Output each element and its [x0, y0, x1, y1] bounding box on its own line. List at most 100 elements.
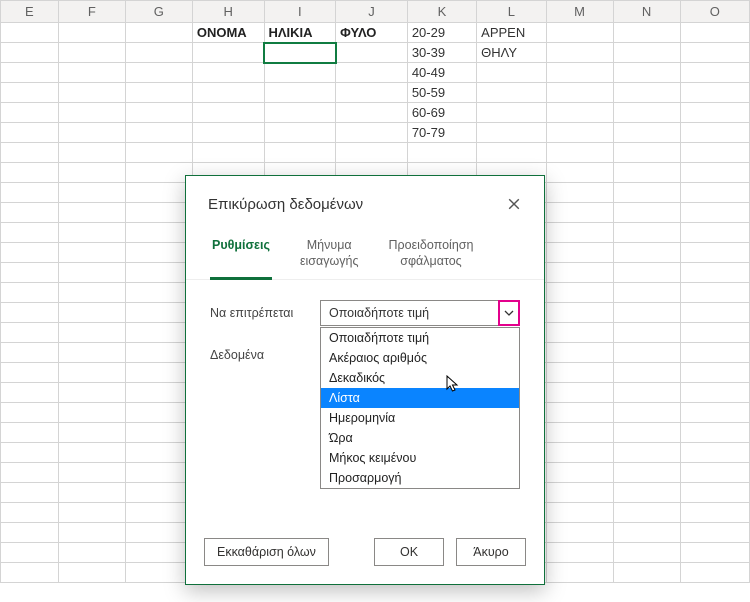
cell[interactable] — [192, 83, 264, 103]
cell[interactable] — [336, 103, 408, 123]
cell[interactable] — [125, 463, 192, 483]
close-button[interactable] — [502, 192, 526, 216]
cell[interactable]: ΦΥΛΟ — [336, 23, 408, 43]
cell[interactable] — [125, 423, 192, 443]
cell[interactable] — [264, 103, 336, 123]
cell[interactable] — [680, 263, 749, 283]
cell[interactable] — [58, 203, 125, 223]
cell[interactable] — [613, 463, 680, 483]
cell[interactable] — [1, 343, 59, 363]
allow-select-caret[interactable] — [498, 300, 520, 326]
cell[interactable] — [192, 143, 264, 163]
allow-option[interactable]: Οποιαδήποτε τιμή — [321, 328, 519, 348]
cell[interactable] — [546, 263, 613, 283]
cell[interactable] — [1, 203, 59, 223]
clear-all-button[interactable]: Εκκαθάριση όλων — [204, 538, 329, 566]
cell[interactable] — [546, 483, 613, 503]
cell[interactable]: ΑΡΡΕΝ — [477, 23, 546, 43]
cell[interactable] — [1, 283, 59, 303]
cell[interactable] — [1, 243, 59, 263]
cell[interactable] — [613, 243, 680, 263]
cell[interactable] — [1, 563, 59, 583]
cell[interactable] — [58, 563, 125, 583]
allow-option[interactable]: Ημερομηνία — [321, 408, 519, 428]
cell[interactable] — [680, 203, 749, 223]
cell[interactable] — [125, 203, 192, 223]
cell[interactable] — [477, 123, 546, 143]
cell[interactable] — [1, 523, 59, 543]
col-header[interactable]: G — [125, 1, 192, 23]
cell[interactable] — [613, 303, 680, 323]
ok-button[interactable]: OK — [374, 538, 444, 566]
cell[interactable] — [58, 463, 125, 483]
cell[interactable] — [546, 143, 613, 163]
cell[interactable] — [546, 123, 613, 143]
cell[interactable]: ΟΝΟΜΑ — [192, 23, 264, 43]
cell[interactable] — [125, 103, 192, 123]
cell[interactable] — [477, 63, 546, 83]
cell[interactable] — [546, 523, 613, 543]
cell[interactable] — [546, 223, 613, 243]
cell[interactable] — [1, 363, 59, 383]
allow-option[interactable]: Μήκος κειμένου — [321, 448, 519, 468]
cell[interactable] — [336, 43, 408, 63]
tab-settings[interactable]: Ρυθμίσεις — [210, 232, 272, 279]
cell[interactable] — [613, 63, 680, 83]
cell[interactable]: ΘΗΛΥ — [477, 43, 546, 63]
cell[interactable] — [680, 103, 749, 123]
cell[interactable] — [680, 543, 749, 563]
cell[interactable] — [58, 63, 125, 83]
cell[interactable] — [546, 363, 613, 383]
cell[interactable] — [477, 103, 546, 123]
cell[interactable] — [680, 43, 749, 63]
col-header[interactable]: I — [264, 1, 336, 23]
cell[interactable] — [125, 243, 192, 263]
cell[interactable] — [613, 283, 680, 303]
cell[interactable] — [58, 83, 125, 103]
col-header[interactable]: E — [1, 1, 59, 23]
cell[interactable] — [613, 23, 680, 43]
cell[interactable] — [125, 483, 192, 503]
allow-option[interactable]: Προσαρμογή — [321, 468, 519, 488]
cell[interactable] — [613, 103, 680, 123]
cell[interactable] — [192, 43, 264, 63]
cell[interactable] — [613, 543, 680, 563]
cell[interactable] — [680, 243, 749, 263]
cell[interactable] — [680, 183, 749, 203]
cell[interactable] — [125, 83, 192, 103]
cell[interactable] — [613, 343, 680, 363]
tab-error-alert[interactable]: Προειδοποίηση σφάλματος — [386, 232, 475, 279]
cell[interactable]: 50-59 — [407, 83, 476, 103]
cell[interactable] — [613, 163, 680, 183]
allow-option[interactable]: Ώρα — [321, 428, 519, 448]
cell[interactable] — [546, 343, 613, 363]
cell[interactable] — [613, 383, 680, 403]
cell[interactable] — [1, 183, 59, 203]
cell[interactable] — [680, 523, 749, 543]
col-header[interactable]: J — [336, 1, 408, 23]
cell[interactable] — [1, 63, 59, 83]
cell[interactable] — [477, 83, 546, 103]
cell[interactable] — [613, 223, 680, 243]
cell[interactable] — [125, 303, 192, 323]
cell[interactable] — [680, 63, 749, 83]
cell[interactable] — [546, 63, 613, 83]
cell[interactable] — [58, 383, 125, 403]
cell[interactable] — [546, 183, 613, 203]
cell[interactable] — [680, 143, 749, 163]
cell[interactable] — [125, 363, 192, 383]
cell[interactable] — [58, 143, 125, 163]
cell[interactable] — [125, 43, 192, 63]
cell[interactable] — [680, 563, 749, 583]
cell[interactable] — [192, 63, 264, 83]
cell[interactable] — [613, 523, 680, 543]
cell[interactable] — [546, 23, 613, 43]
cell[interactable] — [546, 163, 613, 183]
cell[interactable] — [125, 343, 192, 363]
cell[interactable] — [58, 123, 125, 143]
cell[interactable] — [680, 383, 749, 403]
cell[interactable] — [546, 303, 613, 323]
cell[interactable] — [1, 23, 59, 43]
cell[interactable] — [680, 483, 749, 503]
cell[interactable] — [1, 503, 59, 523]
